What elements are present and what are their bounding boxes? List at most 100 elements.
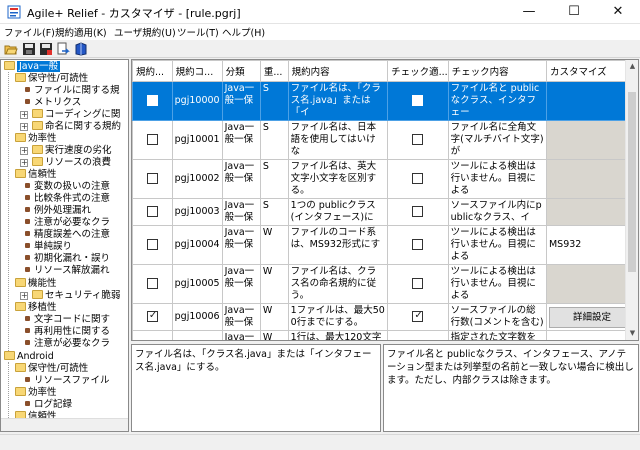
table-row[interactable]: pgj10006Java一般一保W1ファイルは、最大500行までにする。 ソースフ… [132,303,638,331]
table-row[interactable]: pgj10002 Java一般一保 S ファイル名は、英大文字小文字を区別する。 ツール… [132,159,638,199]
check-enabled-checkbox[interactable] [412,95,424,106]
check-enabled-checkbox[interactable] [412,278,424,289]
tree-item-caution-classes[interactable]: 注意が必要なクラ [25,217,110,229]
tree-item-resource-waste[interactable]: + リソースの浪費 [20,157,111,169]
rule-icon [25,377,30,382]
menu-file[interactable]: ファイル(F) [4,25,55,39]
rule-enabled-checkbox[interactable] [146,206,158,217]
table-row[interactable]: pgj10004 Java一般一保 W ファイルのコード系は、MS932形式にす ツール… [132,225,638,265]
cell-check-content: ツールによる検出は行いません。目視による [447,264,547,304]
toolbar [0,40,640,58]
col-severity[interactable]: 重... [259,60,289,82]
rule-icon [25,99,30,104]
col-check-enabled[interactable]: チェック適... [387,60,449,82]
tree-item-comparison[interactable]: 比較条件式の注意 [25,193,110,205]
tree-item-caution-classes-2[interactable]: 注意が必要なクラ [25,338,110,350]
tree-item-precision-errors[interactable]: 精度誤差への注意 [25,229,110,241]
maximize-button[interactable]: ☐ [552,0,596,24]
tree-item-coding-rules[interactable]: + コーディングに関 [20,109,120,121]
table-row[interactable]: pgj10003 Java一般一保 S 1つの publicクラス(インタフェース)に… [132,198,638,226]
export-icon[interactable] [56,42,70,56]
tree-item-resource-files[interactable]: リソースファイル [25,375,110,387]
rule-enabled-checkbox[interactable] [146,134,158,145]
tree-item-simple-errors[interactable]: 単純誤り [25,241,72,253]
table-row[interactable]: pgj10001 Java一般一保 S ファイル名は、日本語を使用してはいけな ファイル… [132,120,638,160]
menu-help[interactable]: ヘルプ(H) [222,25,265,39]
tree-item-security[interactable]: + セキュリティ脆弱 [20,290,120,302]
table-row[interactable]: pgj10007Java一般一保W1行は、最大120文字までにする。 指定された文… [132,330,638,340]
rule-category-tree[interactable]: Java一般 保守性/可読性 ファイルに関する規 メトリクス + コーディングに関… [0,59,129,432]
table-row[interactable]: pgj10005 Java一般一保 W ファイル名は、クラス名の命名規約に従う。 ツール… [132,264,638,304]
tree-item-efficiency[interactable]: 効率性 [15,133,57,145]
expand-toggle[interactable]: + [20,111,28,119]
rule-enabled-checkbox[interactable] [146,239,158,250]
tree-item-android[interactable]: Android [4,351,54,363]
tree-item-variable-handling[interactable]: 変数の扱いの注意 [25,181,110,193]
detail-settings-button[interactable]: 詳細設定 [548,306,635,328]
tree-item-character-code[interactable]: 文字コードに関す [25,314,110,326]
scroll-down-icon[interactable]: ▼ [626,327,638,340]
tree-item-maintainability[interactable]: 保守性/可読性 [15,73,88,85]
col-rule-code[interactable]: 規約コ... [171,60,223,82]
rules-grid[interactable]: 規約... 規約コ... 分類 重... 規約内容 チェック適... チェック内… [131,59,639,341]
cell-customize[interactable]: 詳細設定 [545,303,638,331]
tree-item-exception-handling[interactable]: 例外処理漏れ [25,205,91,217]
menu-user-rules[interactable]: ユーザ規約(U) [114,25,176,39]
cell-customize[interactable] [545,264,638,304]
book-icon[interactable] [74,42,88,56]
scroll-thumb[interactable] [628,92,636,272]
check-enabled-checkbox[interactable] [412,134,424,145]
col-rule-content[interactable]: 規約内容 [287,60,389,82]
tree-item-java-general[interactable]: Java一般 [4,61,61,73]
tree-item-android-maintainability[interactable]: 保守性/可読性 [15,363,88,375]
rule-enabled-checkbox[interactable] [146,173,158,184]
rule-enabled-checkbox[interactable] [146,95,158,106]
tree-item-functionality[interactable]: 機能性 [15,278,57,290]
tree-item-portability[interactable]: 移植性 [15,302,57,314]
cell-customize[interactable] [545,198,638,226]
grid-vertical-scrollbar[interactable]: ▲ ▼ [625,60,638,340]
cell-severity: W [259,330,289,340]
expand-toggle[interactable]: + [20,123,28,131]
rule-enabled-checkbox[interactable] [146,278,158,289]
folder-icon [15,278,26,287]
close-button[interactable]: ✕ [596,0,640,24]
tree-item-android-efficiency[interactable]: 効率性 [15,387,57,399]
tree-item-logging[interactable]: ログ記録 [25,399,72,411]
col-rule-enabled[interactable]: 規約... [132,60,173,82]
tree-item-reusability[interactable]: 再利用性に関する [25,326,110,338]
tree-item-resource-release[interactable]: リソース解放漏れ [25,265,110,277]
cell-customize[interactable]: MS932 [545,225,638,265]
check-enabled-checkbox[interactable] [412,310,424,322]
tree-item-file-rules[interactable]: ファイルに関する規 [25,85,120,97]
save-as-icon[interactable] [39,42,53,56]
tree-item-naming-rules[interactable]: + 命名に関する規約 [20,121,121,133]
check-enabled-checkbox[interactable] [412,239,424,250]
col-category[interactable]: 分類 [221,60,261,82]
tree-item-reliability[interactable]: 信頼性 [15,169,57,181]
menu-apply-rules[interactable]: 規約適用(K) [55,25,107,39]
check-enabled-checkbox[interactable] [412,173,424,184]
check-enabled-checkbox[interactable] [412,206,424,217]
cell-check-enabled [387,120,449,160]
open-folder-icon[interactable] [4,42,18,56]
cell-customize[interactable]: 120 [545,330,638,340]
scroll-up-icon[interactable]: ▲ [626,60,638,73]
cell-customize[interactable] [545,120,638,160]
minimize-button[interactable]: — [507,0,551,24]
expand-toggle[interactable]: + [20,159,28,167]
rule-enabled-checkbox[interactable] [146,310,158,322]
col-customize[interactable]: カスタマイズ [545,60,638,82]
expand-toggle[interactable]: + [20,292,28,300]
save-icon[interactable] [22,42,36,56]
tree-item-execution-speed[interactable]: + 実行速度の劣化 [20,145,112,157]
table-row[interactable]: pgj10000 Java一般一保 S ファイル名は、「クラス名.java」または「イ… [132,81,638,121]
tree-horizontal-scrollbar[interactable] [1,418,128,431]
cell-customize[interactable] [545,159,638,199]
folder-icon [4,351,15,360]
col-check-content[interactable]: チェック内容 [447,60,547,82]
expand-toggle[interactable]: + [20,147,28,155]
tree-item-initialization[interactable]: 初期化漏れ・誤り [25,253,110,265]
menu-tools[interactable]: ツール(T) [177,25,219,39]
tree-item-metrics[interactable]: メトリクス [25,97,81,109]
